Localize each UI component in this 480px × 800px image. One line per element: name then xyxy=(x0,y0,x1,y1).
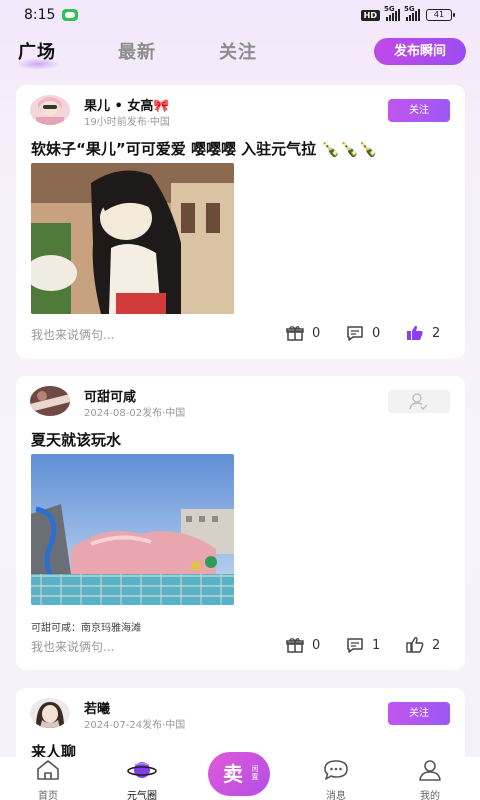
post-title: 夏天就该玩水 xyxy=(31,431,122,449)
publish-moment-button[interactable]: 发布瞬间 xyxy=(374,38,466,65)
comment-input[interactable]: 我也来说俩句... xyxy=(31,326,114,343)
status-time: 8:15 xyxy=(24,7,56,23)
comment-action[interactable]: 0 xyxy=(346,325,380,341)
like-count: 2 xyxy=(432,325,441,341)
nav-messages[interactable]: 消息 xyxy=(306,759,366,800)
comment-action[interactable]: 1 xyxy=(346,637,380,653)
tab-square[interactable]: 广场 xyxy=(16,38,60,70)
user-check-icon xyxy=(409,393,428,410)
network-type: 5G xyxy=(404,5,415,13)
post-location[interactable]: 可甜可咸：南京玛雅海滩 xyxy=(31,619,141,634)
comment-icon xyxy=(347,638,363,653)
follow-button[interactable]: 关注 xyxy=(388,99,450,122)
comment-count: 0 xyxy=(372,325,381,341)
post-card[interactable]: 果儿 • 女高🎀 19小时前发布·中国 关注 软妹子“果儿”可可爱爱 嘤嘤嘤 入… xyxy=(16,85,465,359)
post-title: 软妹子“果儿”可可爱爱 嘤嘤嘤 入驻元气拉 🍾🍾🍾 xyxy=(31,140,378,158)
signal-icon: 5G xyxy=(384,5,400,21)
nav-profile[interactable]: 我的 xyxy=(400,759,460,800)
tab-following[interactable]: 关注 xyxy=(219,38,257,64)
signal-icon: 5G xyxy=(404,5,420,21)
nav-profile-label: 我的 xyxy=(420,791,440,800)
followed-button[interactable] xyxy=(388,390,450,413)
like-action[interactable]: 2 xyxy=(406,637,440,653)
avatar[interactable] xyxy=(30,95,70,125)
post-meta: 2024-07-24发布·中国 xyxy=(84,720,186,731)
tab-latest[interactable]: 最新 xyxy=(118,38,156,64)
post-meta: 19小时前发布·中国 xyxy=(84,117,170,128)
comment-count: 1 xyxy=(372,637,381,653)
status-bar: 8:15 HD 5G 5G 41 xyxy=(0,0,480,32)
like-action[interactable]: 2 xyxy=(406,325,440,341)
battery-icon: 41 xyxy=(426,9,455,21)
home-icon xyxy=(37,760,59,780)
gift-action[interactable]: 0 xyxy=(286,325,320,341)
nav-messages-label: 消息 xyxy=(326,791,346,800)
nav-circle[interactable]: 元气圈 xyxy=(112,759,172,800)
nav-circle-label: 元气圈 xyxy=(127,791,157,800)
nav-home-label: 首页 xyxy=(38,791,58,800)
avatar[interactable] xyxy=(30,698,70,728)
user-icon xyxy=(419,760,441,781)
sell-idle-button[interactable]: 卖 闲置 xyxy=(208,752,270,796)
hd-badge: HD xyxy=(360,9,380,21)
network-type: 5G xyxy=(384,5,395,13)
sell-sub-label: 闲置 xyxy=(251,765,259,781)
nav-home[interactable]: 首页 xyxy=(18,759,78,800)
thumbs-up-icon xyxy=(407,325,423,340)
post-meta: 2024-08-02发布·中国 xyxy=(84,408,186,419)
like-count: 2 xyxy=(432,637,441,653)
gift-count: 0 xyxy=(312,637,321,653)
username[interactable]: 果儿 • 女高🎀 xyxy=(84,95,170,114)
avatar[interactable] xyxy=(30,386,70,416)
planet-icon xyxy=(127,762,157,778)
username[interactable]: 可甜可咸 xyxy=(84,386,136,405)
status-indicators: HD 5G 5G 41 xyxy=(360,5,455,21)
gift-icon xyxy=(286,326,304,341)
username[interactable]: 若曦 xyxy=(84,698,110,717)
follow-button[interactable]: 关注 xyxy=(388,702,450,725)
message-icon xyxy=(324,760,348,780)
comment-icon xyxy=(347,326,363,341)
gift-action[interactable]: 0 xyxy=(286,637,320,653)
post-image[interactable] xyxy=(31,163,234,314)
chat-notification-icon xyxy=(62,9,78,21)
gift-icon xyxy=(286,638,304,653)
post-card[interactable]: 可甜可咸 2024-08-02发布·中国 夏天就该玩水 可甜可咸：南京玛雅海滩 … xyxy=(16,376,465,670)
thumbs-up-outline-icon xyxy=(406,637,424,653)
comment-input[interactable]: 我也来说俩句... xyxy=(31,638,114,655)
gift-count: 0 xyxy=(312,325,321,341)
post-image[interactable] xyxy=(31,454,234,605)
